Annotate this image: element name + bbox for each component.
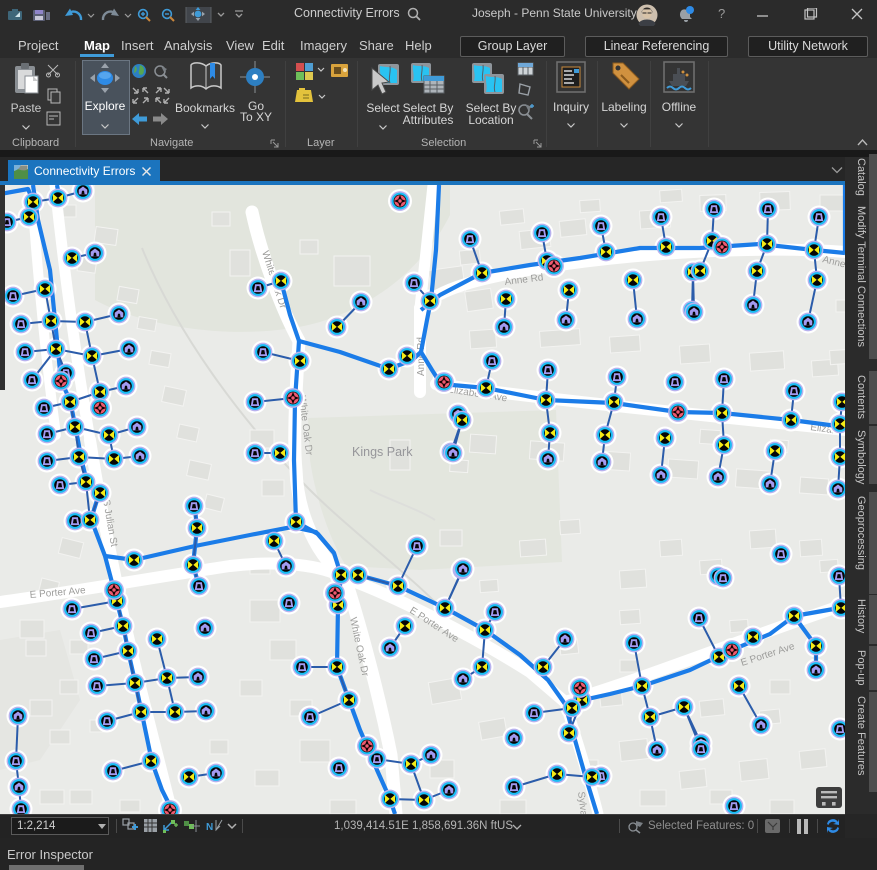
svg-text:N: N [206, 822, 213, 833]
svg-text:Kings Park: Kings Park [352, 445, 413, 459]
